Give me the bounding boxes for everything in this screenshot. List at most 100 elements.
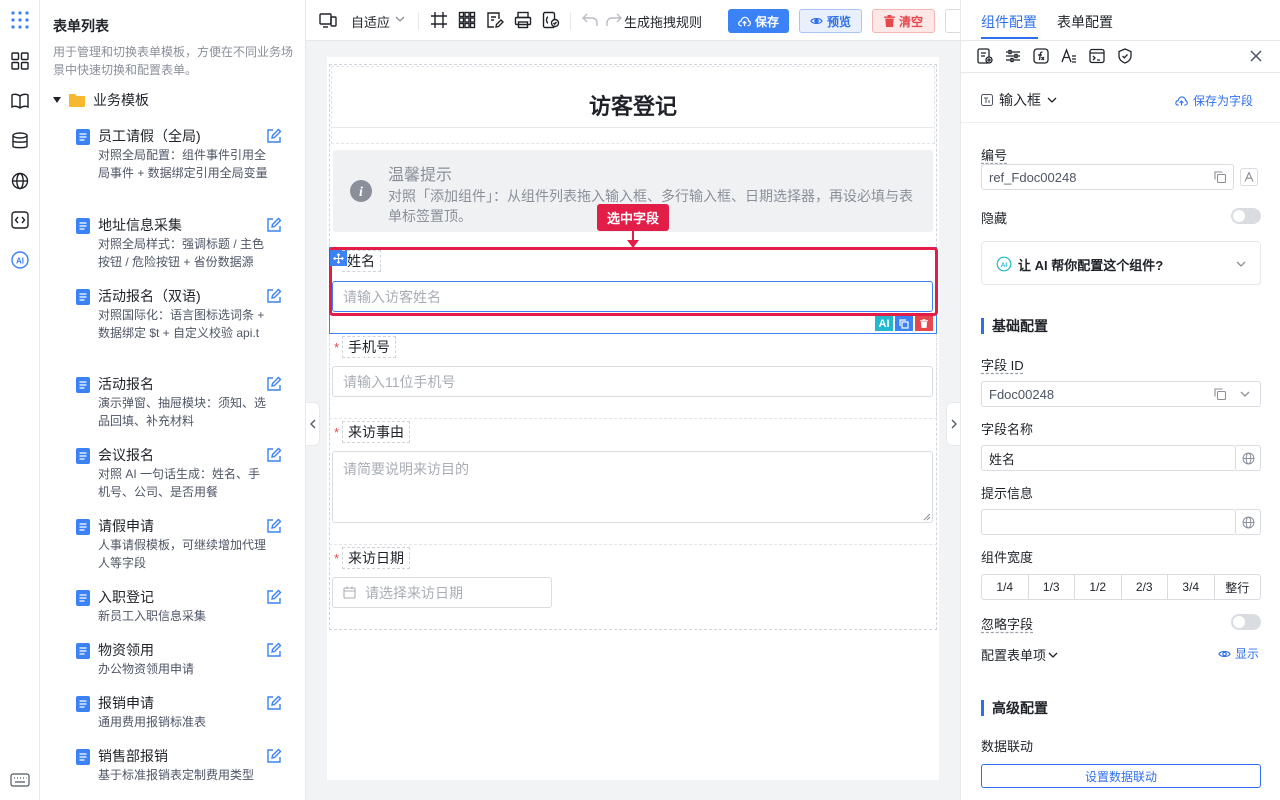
template-desc: 人事请假模板，可继续增加代理人等字段 [98, 538, 267, 570]
template-list-panel: 表单列表 用于管理和切换表单模板，方便在不同业务场景中快速切换和配置表单。 业务… [40, 0, 306, 800]
save-button[interactable]: 保存 [728, 9, 789, 33]
width-option[interactable]: 3/4 [1168, 575, 1215, 599]
code-icon[interactable] [9, 209, 31, 231]
ai-config-button[interactable]: AI [875, 316, 893, 331]
adaptive-select[interactable]: 自适应 [351, 12, 390, 31]
edit-icon[interactable] [266, 642, 282, 658]
ignore-field-toggle[interactable] [1231, 614, 1261, 630]
width-option[interactable]: 1/3 [1029, 575, 1075, 599]
edit-icon[interactable] [266, 376, 282, 392]
edit-icon[interactable] [266, 589, 282, 605]
edit-icon[interactable] [266, 288, 282, 304]
cloud-upload-icon [738, 16, 751, 26]
visitor-name-input[interactable]: 请输入访客姓名 [332, 281, 933, 312]
text-style-icon[interactable] [1061, 48, 1077, 64]
print-icon[interactable] [514, 11, 532, 29]
components-icon[interactable] [9, 50, 31, 72]
toolbar: 自适应 生成拖拽规则 保存 预览 清空 [306, 0, 960, 41]
book-icon[interactable] [9, 90, 31, 112]
chevron-down-icon [1240, 391, 1250, 397]
edit-icon[interactable] [266, 217, 282, 233]
template-name: 入职登记 [98, 589, 154, 605]
chevron-down-icon [1047, 97, 1057, 103]
font-a-button[interactable] [1240, 168, 1258, 186]
frame-icon[interactable] [430, 11, 448, 29]
device-icon[interactable] [319, 11, 337, 29]
undo-icon[interactable] [582, 13, 598, 27]
ai-icon[interactable]: AI [9, 249, 31, 271]
collapse-left-button[interactable] [306, 402, 320, 446]
phone-input[interactable]: 请输入11位手机号 [332, 366, 933, 397]
chevron-left-icon [309, 419, 315, 429]
folder-business-templates[interactable]: 业务模板 [53, 90, 149, 110]
width-option[interactable]: 2/3 [1122, 575, 1168, 599]
chevron-down-icon [395, 16, 405, 22]
grid-icon[interactable] [458, 11, 476, 29]
ref-input[interactable]: ref_Fdoc00248 [981, 164, 1234, 190]
hint-i18n-button[interactable] [1236, 509, 1261, 535]
database-icon[interactable] [9, 130, 31, 152]
redo-icon[interactable] [606, 13, 622, 27]
clear-button[interactable]: 清空 [872, 9, 935, 33]
edit-icon[interactable] [266, 695, 282, 711]
close-icon[interactable] [1250, 50, 1262, 62]
window-code-icon[interactable] [1089, 48, 1105, 64]
function-icon[interactable] [1033, 48, 1049, 64]
shield-icon[interactable] [1117, 48, 1133, 64]
edit-icon[interactable] [266, 128, 282, 144]
edit-doc-icon[interactable] [486, 11, 504, 29]
template-desc: 对照全局样式：强调标题 / 主色按钮 / 危险按钮 + 省份数据源 [98, 237, 265, 269]
hidden-toggle[interactable] [1231, 208, 1261, 224]
json-icon[interactable] [542, 11, 560, 29]
clear-label: 清空 [898, 14, 923, 29]
copy-icon[interactable] [1214, 171, 1226, 183]
copy-icon[interactable] [1214, 388, 1226, 400]
preview-button[interactable]: 预览 [799, 9, 862, 33]
more-button[interactable] [945, 9, 960, 33]
width-option[interactable]: 1/2 [1075, 575, 1122, 599]
keyboard-icon[interactable] [9, 769, 31, 791]
config-panel: 组件配置 表单配置 输入框 保存为字段 编号 ref_Fdoc00248 隐藏 … [960, 0, 1280, 800]
eye-icon [810, 17, 823, 25]
template-desc: 新员工入职信息采集 [98, 609, 207, 623]
edit-icon[interactable] [266, 518, 282, 534]
delete-field-button[interactable] [915, 316, 933, 331]
document-icon [76, 289, 90, 305]
tip-title: 温馨提示 [388, 167, 453, 184]
generate-rules-button[interactable]: 生成拖拽规则 [624, 12, 702, 31]
chevron-right-icon [951, 419, 957, 429]
sliders-icon[interactable] [1005, 48, 1021, 64]
copy-field-button[interactable] [895, 316, 913, 331]
reason-textarea[interactable]: 请简要说明来访目的 [332, 451, 933, 523]
show-toggle-button[interactable]: 显示 [1218, 645, 1259, 662]
width-option[interactable]: 整行 [1215, 575, 1261, 599]
tab-component-config[interactable]: 组件配置 [981, 12, 1037, 32]
set-data-linkage-button[interactable]: 设置数据联动 [981, 764, 1261, 788]
component-type-select[interactable]: 输入框 [981, 90, 1057, 110]
template-name: 报销申请 [98, 695, 154, 711]
hint-input[interactable] [981, 509, 1236, 535]
visit-date-picker[interactable]: 请选择来访日期 [332, 577, 552, 608]
globe-icon[interactable] [9, 170, 31, 192]
form-items-dropdown[interactable]: 配置表单项 [981, 645, 1058, 664]
edit-icon[interactable] [266, 447, 282, 463]
document-icon [76, 749, 90, 765]
resize-handle-icon[interactable] [923, 513, 931, 521]
tab-form-config[interactable]: 表单配置 [1057, 12, 1113, 32]
width-option[interactable]: 1/4 [982, 575, 1029, 599]
field-name-input[interactable]: 姓名 [981, 445, 1236, 471]
props-icon[interactable] [977, 48, 993, 64]
eye-icon [1218, 650, 1231, 657]
required-mark: * [334, 425, 340, 440]
form-title: 访客登记 [588, 94, 677, 119]
folder-label: 业务模板 [93, 92, 149, 108]
field-name-i18n-button[interactable] [1236, 445, 1261, 471]
calendar-icon [343, 586, 356, 599]
collapse-right-button[interactable] [946, 402, 960, 446]
ai-config-card[interactable]: AI 让 AI 帮你配置这个组件? [981, 241, 1261, 285]
edit-icon[interactable] [266, 748, 282, 764]
field-id-value: Fdoc00248 [989, 386, 1055, 402]
save-as-field-button[interactable]: 保存为字段 [1175, 92, 1253, 109]
ai-prompt-text: 让 AI 帮你配置这个组件? [1018, 258, 1164, 273]
apps-grid-icon[interactable] [9, 9, 31, 31]
